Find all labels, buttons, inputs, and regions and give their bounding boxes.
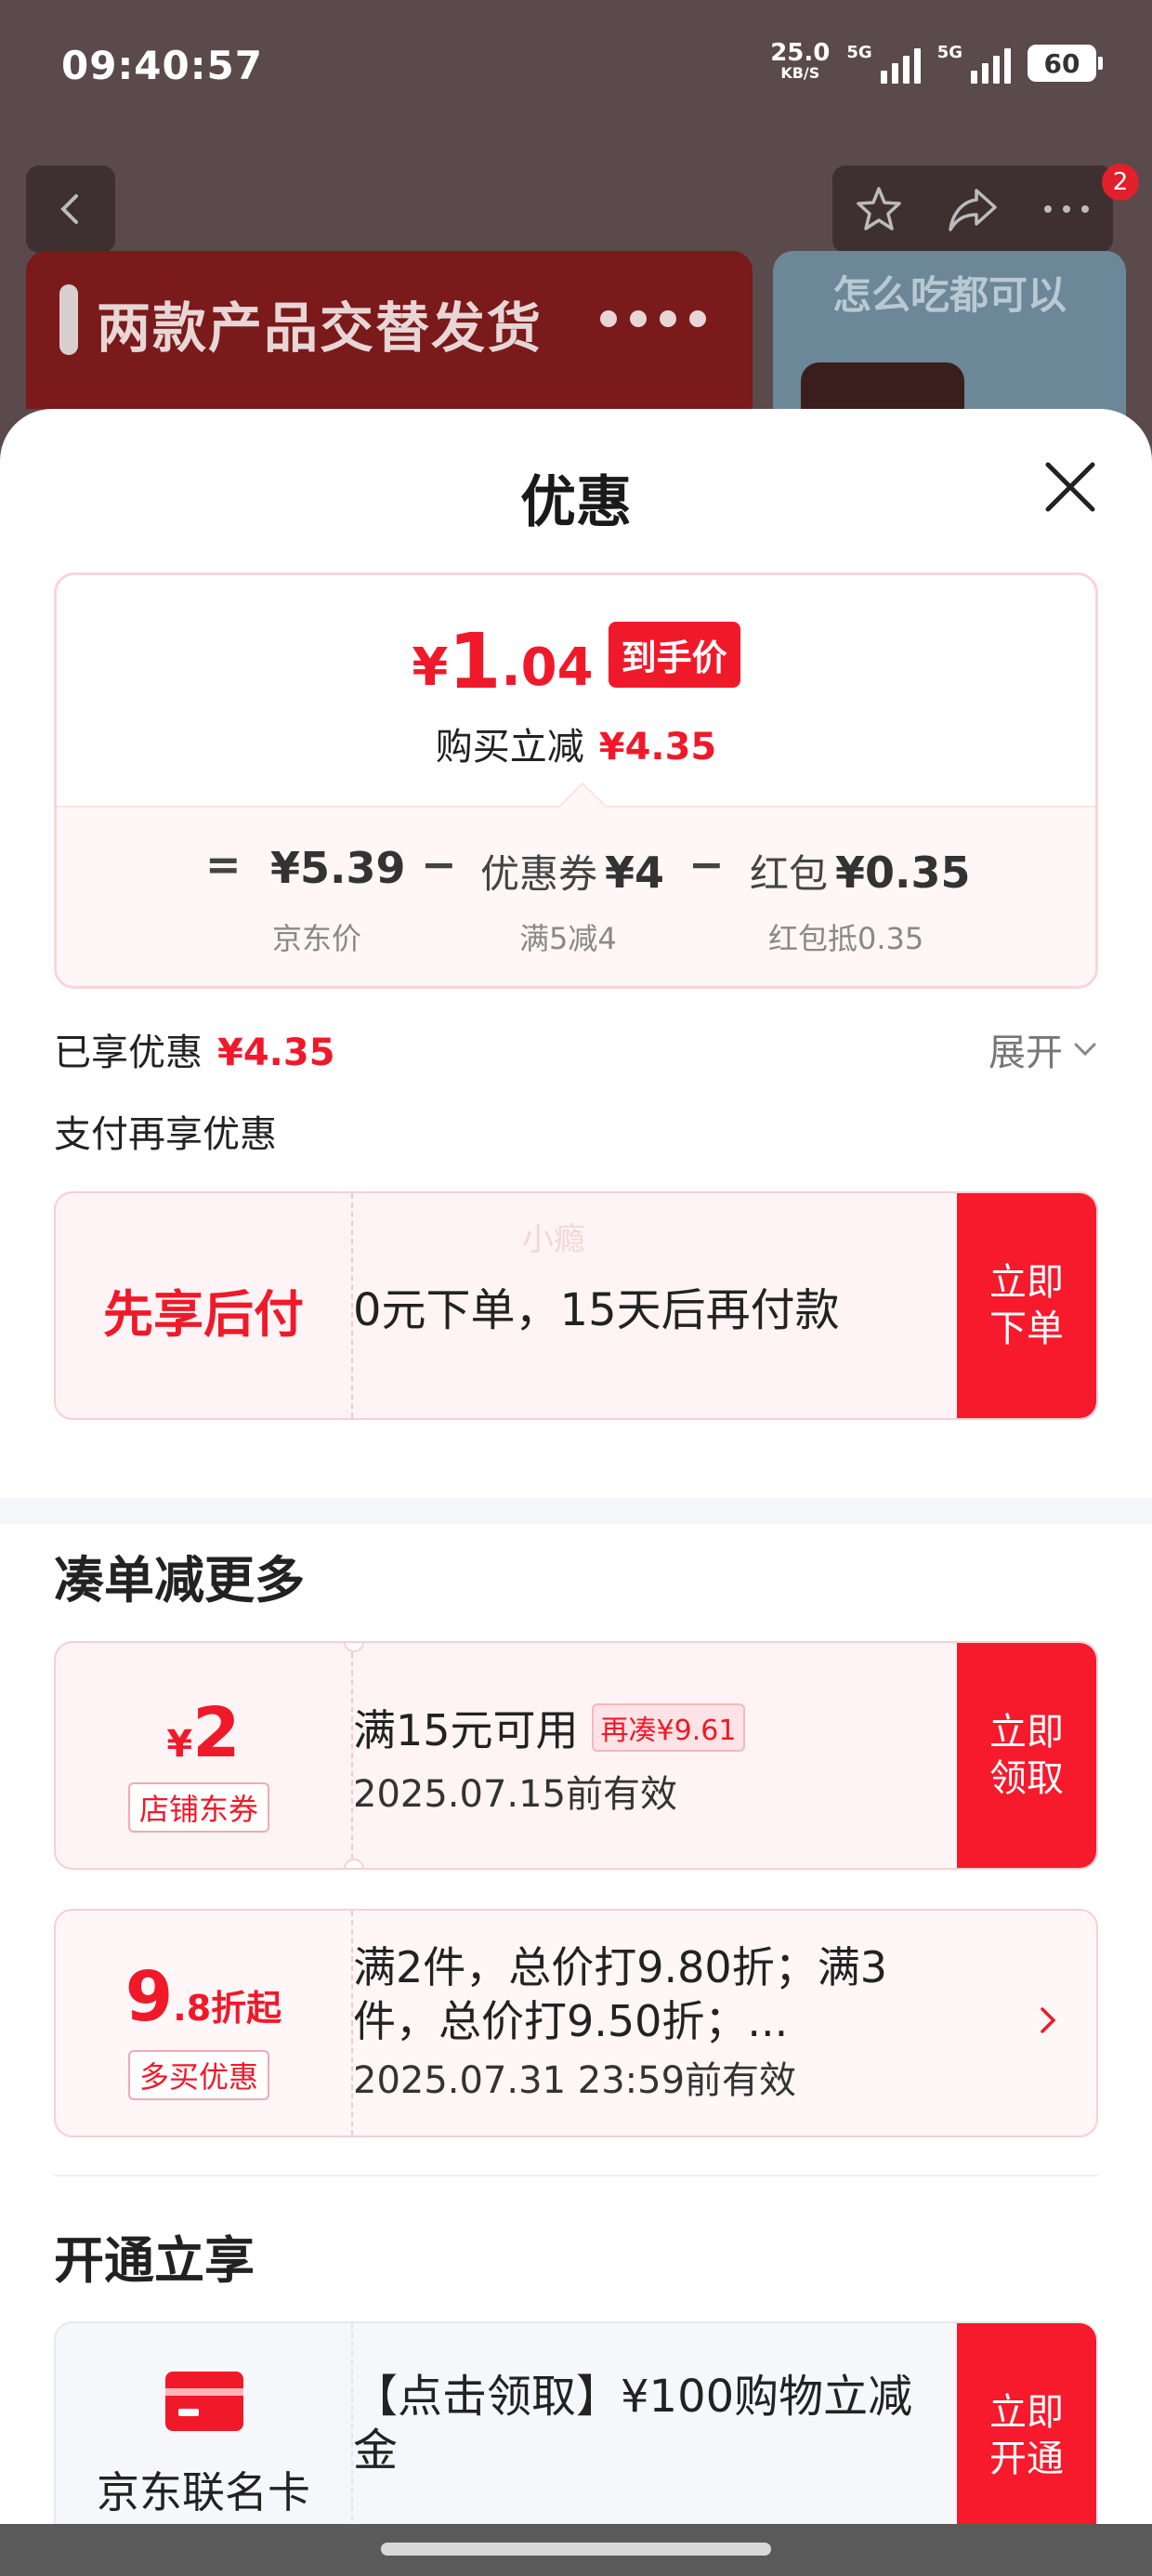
close-icon[interactable] — [1041, 457, 1100, 517]
discount-sheet: 优惠 ¥ 1 .04 到手价 购买立减 ¥4.35 = ¥5.39 京东价 − 优… — [0, 409, 1152, 2537]
coupon-condition: 满15元可用 再凑¥9.61 — [353, 1697, 746, 1758]
status-icons: 25.0 KB/S 5G 5G 60 — [770, 39, 1103, 84]
instant-reduction: 购买立减 ¥4.35 — [435, 726, 717, 769]
coupon-amount: ¥2 — [166, 1693, 241, 1773]
multi-buy-card[interactable]: 9.8折起 多买优惠 满2件，总价打9.80折；满3件，总价打9.50折；...… — [54, 1909, 1098, 2137]
final-price: ¥ 1 .04 到手价 — [57, 622, 1095, 701]
price-card: ¥ 1 .04 到手价 购买立减 ¥4.35 = ¥5.39 京东价 − 优惠券 ¥… — [54, 572, 1098, 989]
background-page: 09:40:57 25.0 KB/S 5G 5G 60 2 两款产品交替发货 怎… — [0, 0, 1152, 446]
bnpl-desc: 0元下单，15天后再付款 — [353, 1284, 840, 1336]
signal-icon: 5G — [937, 43, 1011, 84]
top-actions — [832, 165, 1113, 253]
expand-button[interactable]: 展开 — [988, 1022, 1098, 1076]
final-price-tag: 到手价 — [608, 622, 740, 688]
battery-icon: 60 — [1028, 45, 1103, 82]
network-speed: 25.0 KB/S — [770, 39, 831, 82]
status-time: 09:40:57 — [61, 43, 263, 88]
credit-card-icon — [165, 2372, 243, 2431]
open-card-button[interactable]: 立即开通 — [957, 2323, 1096, 2537]
coupon-type-tag: 店铺东券 — [128, 1782, 270, 1833]
back-icon — [60, 194, 78, 224]
open-section-title: 开通立享 — [54, 2231, 255, 2290]
bnpl-card[interactable]: 先享后付 小瘾 0元下单，15天后再付款 立即下单 — [54, 1191, 1098, 1420]
more-icon[interactable] — [1041, 200, 1093, 218]
dots-icon — [600, 310, 706, 327]
jd-price: ¥5.39 — [270, 843, 406, 893]
price-breakdown: = ¥5.39 京东价 − 优惠券 ¥4 满5减4 − 红包 ¥0.35 红包抵0.… — [57, 806, 1095, 986]
chevron-right-icon[interactable] — [1037, 2004, 1059, 2037]
discount-rate: 9.8折起 — [124, 1957, 282, 2037]
notification-badge: 2 — [1102, 164, 1139, 201]
pay-section-title: 支付再享优惠 — [54, 1113, 277, 1156]
redpack-deduction: 红包 ¥0.35 — [750, 848, 971, 898]
coupon-expiry: 2025.07.15前有效 — [353, 1773, 678, 1816]
back-button[interactable] — [26, 165, 115, 253]
discount-desc: 满2件，总价打9.80折；满3件，总价打9.50折；... — [353, 1942, 887, 2046]
redpack-deduction-sub: 红包抵0.35 — [768, 921, 924, 956]
signal-icon: 5G — [846, 43, 921, 84]
share-icon[interactable] — [945, 183, 1001, 235]
enjoyed-discount: 已享优惠 ¥4.35 — [54, 1032, 335, 1074]
bnpl-title: 先享后付 — [103, 1285, 304, 1344]
claim-coupon-button[interactable]: 立即领取 — [957, 1643, 1096, 1868]
promo-banner-text: 两款产品交替发货 — [97, 296, 543, 360]
home-bar[interactable] — [381, 2543, 771, 2556]
discount-expiry: 2025.07.31 23:59前有效 — [353, 2059, 797, 2102]
watermark: 小瘾 — [522, 1221, 585, 1258]
store-coupon-card[interactable]: ¥2 店铺东券 满15元可用 再凑¥9.61 2025.07.15前有效 立即领… — [54, 1641, 1098, 1870]
bnpl-order-button[interactable]: 立即下单 — [957, 1193, 1096, 1418]
coupon-deduction-sub: 满5减4 — [519, 921, 617, 956]
jd-price-label: 京东价 — [272, 921, 362, 956]
coupon-deduction: 优惠券 ¥4 — [480, 848, 665, 898]
chevron-down-icon — [1074, 1043, 1096, 1057]
card-name: 京东联名卡 — [97, 2467, 310, 2517]
sheet-title: 优惠 — [520, 470, 632, 535]
divider — [54, 2175, 1098, 2176]
home-indicator — [0, 2524, 1152, 2576]
section-divider — [0, 1498, 1152, 1524]
more-section-title: 凑单减更多 — [54, 1551, 305, 1610]
promo-banner: 两款产品交替发货 — [26, 251, 753, 409]
card-desc: 【点击领取】¥100购物立减金 — [353, 2371, 913, 2477]
status-bar: 09:40:57 25.0 KB/S 5G 5G 60 — [0, 0, 1152, 139]
discount-type-tag: 多买优惠 — [128, 2050, 270, 2100]
star-icon[interactable] — [853, 183, 905, 235]
add-on-pill: 再凑¥9.61 — [591, 1703, 746, 1752]
cobrand-card[interactable]: 京东联名卡 【点击领取】¥100购物立减金 立即开通 — [54, 2321, 1098, 2537]
